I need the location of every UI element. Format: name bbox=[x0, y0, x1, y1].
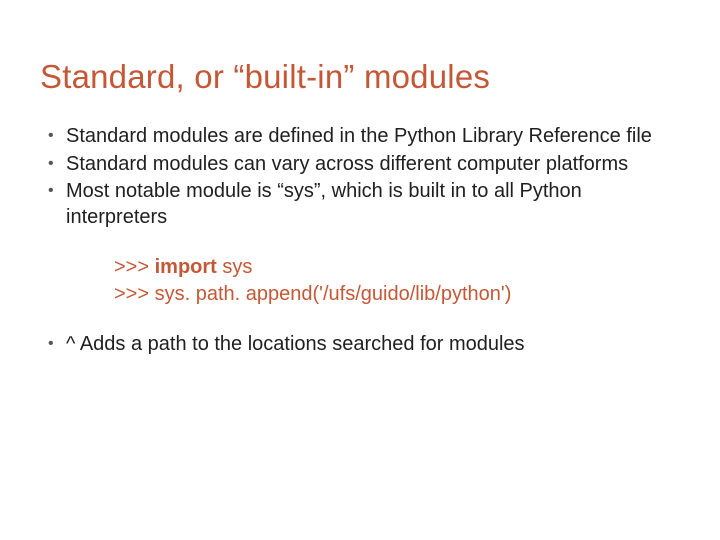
code-prompt: >>> bbox=[114, 283, 155, 305]
code-keyword: import bbox=[155, 256, 217, 278]
slide: Standard, or “built-in” modules Standard… bbox=[0, 0, 720, 540]
list-item: Standard modules can vary across differe… bbox=[48, 152, 680, 178]
list-item: ^ Adds a path to the locations searched … bbox=[48, 332, 680, 358]
code-block: >>> import sys >>> sys. path. append('/u… bbox=[114, 254, 680, 308]
bullet-list-top: Standard modules are defined in the Pyth… bbox=[40, 124, 680, 230]
code-prompt: >>> bbox=[114, 256, 155, 278]
list-item: Most notable module is “sys”, which is b… bbox=[48, 179, 680, 230]
code-text: sys. path. append('/ufs/guido/lib/python… bbox=[155, 283, 512, 305]
code-line: >>> sys. path. append('/ufs/guido/lib/py… bbox=[114, 281, 680, 308]
code-line: >>> import sys bbox=[114, 254, 680, 281]
slide-title: Standard, or “built-in” modules bbox=[40, 58, 680, 96]
bullet-list-bottom: ^ Adds a path to the locations searched … bbox=[40, 332, 680, 358]
list-item: Standard modules are defined in the Pyth… bbox=[48, 124, 680, 150]
code-text: sys bbox=[217, 256, 253, 278]
